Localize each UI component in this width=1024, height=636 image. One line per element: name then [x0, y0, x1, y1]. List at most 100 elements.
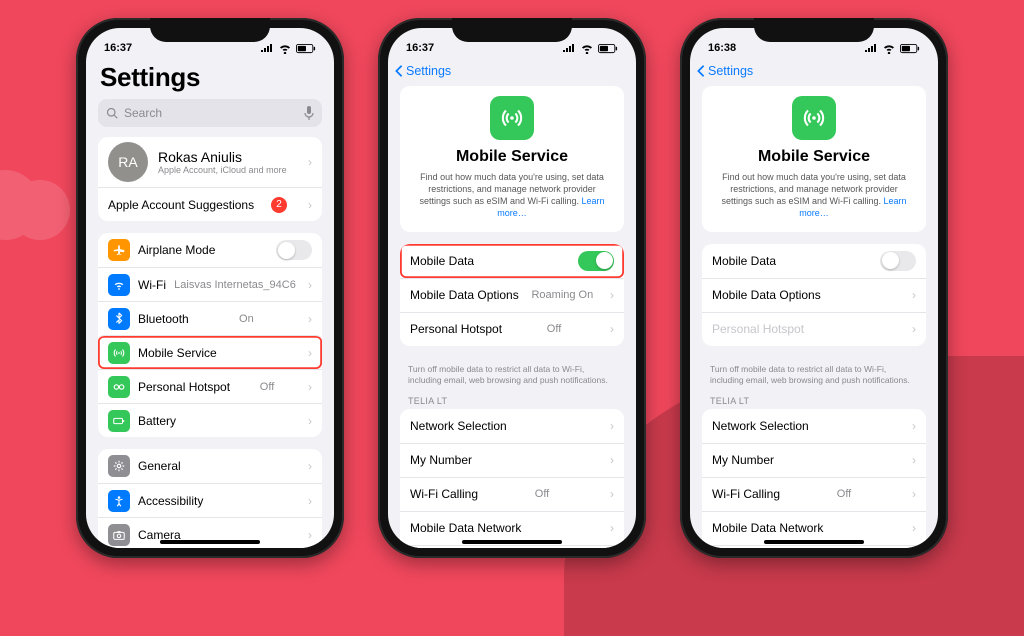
- status-bar: 16:37: [388, 28, 636, 56]
- clock: 16:37: [104, 42, 132, 54]
- antenna-icon: [490, 96, 534, 140]
- mobile-data-row[interactable]: Mobile Data: [400, 244, 624, 278]
- row-label: Mobile Data Network: [410, 521, 521, 535]
- wifi-icon: [108, 274, 130, 296]
- chevron-right-icon: ›: [308, 380, 312, 394]
- back-button[interactable]: Settings: [388, 56, 636, 86]
- battery-icon: [108, 410, 130, 432]
- personal-hotspot-row[interactable]: Personal Hotspot Off ›: [400, 312, 624, 346]
- hero-card: Mobile Service Find out how much data yo…: [400, 86, 624, 232]
- row-label: Mobile Data Network: [712, 521, 823, 535]
- hero-title: Mobile Service: [716, 148, 912, 166]
- chevron-left-icon: [394, 64, 404, 78]
- antenna-icon: [792, 96, 836, 140]
- personal-hotspot-row: Personal Hotspot ›: [702, 312, 926, 346]
- row-label: Personal Hotspot: [138, 380, 230, 394]
- network-selection-row[interactable]: Network Selection ›: [400, 409, 624, 443]
- bluetooth-row[interactable]: Bluetooth On ›: [98, 301, 322, 335]
- row-label: Camera: [138, 528, 181, 542]
- network-selection-row[interactable]: Network Selection ›: [702, 409, 926, 443]
- chevron-right-icon: ›: [308, 346, 312, 360]
- airplane-toggle[interactable]: [276, 240, 312, 260]
- chevron-right-icon: ›: [610, 419, 614, 433]
- phone-2: 16:37 Settings Mobile Service Find out h…: [378, 18, 646, 558]
- suggestions-label: Apple Account Suggestions: [108, 198, 254, 212]
- chevron-right-icon: ›: [308, 312, 312, 326]
- clock: 16:37: [406, 42, 434, 54]
- phone-3: 16:38 Settings Mobile Service Find out h…: [680, 18, 948, 558]
- wifi-calling-row[interactable]: Wi-Fi Calling Off ›: [400, 477, 624, 511]
- footnote: Turn off mobile data to restrict all dat…: [388, 358, 636, 394]
- mobile-data-toggle[interactable]: [880, 251, 916, 271]
- hero-card: Mobile Service Find out how much data yo…: [702, 86, 926, 232]
- chevron-right-icon: ›: [308, 155, 312, 169]
- network-provider-services-row[interactable]: Network Provider Services ›: [400, 545, 624, 548]
- camera-row[interactable]: Camera ›: [98, 517, 322, 548]
- back-label: Settings: [406, 64, 451, 78]
- row-label: Accessibility: [138, 494, 203, 508]
- phone-row: 16:37 Settings Search RA: [0, 0, 1024, 576]
- search-placeholder: Search: [124, 106, 162, 120]
- chevron-right-icon: ›: [912, 288, 916, 302]
- profile-row[interactable]: RA Rokas Aniulis Apple Account, iCloud a…: [98, 137, 322, 187]
- chevron-right-icon: ›: [912, 419, 916, 433]
- row-label: Mobile Data: [712, 254, 776, 268]
- mic-icon: [304, 106, 314, 120]
- hero-title: Mobile Service: [414, 148, 610, 166]
- row-label: Mobile Data Options: [410, 288, 519, 302]
- chevron-right-icon: ›: [610, 453, 614, 467]
- chevron-left-icon: [696, 64, 706, 78]
- chevron-right-icon: ›: [610, 487, 614, 501]
- profile-name: Rokas Aniulis: [158, 149, 287, 165]
- profile-card: RA Rokas Aniulis Apple Account, iCloud a…: [98, 137, 322, 221]
- suggestions-row[interactable]: Apple Account Suggestions 2 ›: [98, 187, 322, 221]
- row-detail: Off: [837, 488, 851, 500]
- mobile-data-network-row[interactable]: Mobile Data Network ›: [400, 511, 624, 545]
- wifi-row[interactable]: Wi-Fi Laisvas Internetas_94C6 ›: [98, 267, 322, 301]
- chevron-right-icon: ›: [308, 414, 312, 428]
- mobile-data-options-row[interactable]: Mobile Data Options Roaming On ›: [400, 278, 624, 312]
- row-label: Network Selection: [712, 419, 809, 433]
- search-input[interactable]: Search: [98, 99, 322, 127]
- row-label: Mobile Data Options: [712, 288, 821, 302]
- chevron-right-icon: ›: [308, 494, 312, 508]
- accessibility-row[interactable]: Accessibility ›: [98, 483, 322, 517]
- mobile-data-options-row[interactable]: Mobile Data Options ›: [702, 278, 926, 312]
- wifi-calling-row[interactable]: Wi-Fi Calling Off ›: [702, 477, 926, 511]
- clock: 16:38: [708, 42, 736, 54]
- row-detail: On: [239, 313, 254, 325]
- carrier-header: TELIA LT: [388, 394, 636, 409]
- chevron-right-icon: ›: [308, 198, 312, 212]
- page-title: Settings: [86, 56, 334, 99]
- row-label: Network Selection: [410, 419, 507, 433]
- row-label: Mobile Data: [410, 254, 474, 268]
- accessibility-icon: [108, 490, 130, 512]
- battery-row[interactable]: Battery ›: [98, 403, 322, 437]
- chevron-right-icon: ›: [610, 288, 614, 302]
- row-detail: Laisvas Internetas_94C6: [174, 279, 296, 291]
- status-bar: 16:38: [690, 28, 938, 56]
- my-number-row[interactable]: My Number ›: [400, 443, 624, 477]
- hotspot-icon: [108, 376, 130, 398]
- antenna-icon: [108, 342, 130, 364]
- row-label: Personal Hotspot: [410, 322, 502, 336]
- my-number-row[interactable]: My Number ›: [702, 443, 926, 477]
- hotspot-row[interactable]: Personal Hotspot Off ›: [98, 369, 322, 403]
- airplane-row[interactable]: Airplane Mode: [98, 233, 322, 267]
- mobile-service-row[interactable]: Mobile Service ›: [98, 335, 322, 369]
- chevron-right-icon: ›: [308, 459, 312, 473]
- row-label: Airplane Mode: [138, 243, 215, 257]
- network-provider-services-row[interactable]: Network Provider Services ›: [702, 545, 926, 548]
- general-row[interactable]: General ›: [98, 449, 322, 483]
- mobile-data-toggle[interactable]: [578, 251, 614, 271]
- back-button[interactable]: Settings: [690, 56, 938, 86]
- camera-icon: [108, 524, 130, 546]
- row-detail: Off: [547, 323, 561, 335]
- phone-1: 16:37 Settings Search RA: [76, 18, 344, 558]
- avatar: RA: [108, 142, 148, 182]
- mobile-data-network-row[interactable]: Mobile Data Network ›: [702, 511, 926, 545]
- row-label: Wi-Fi: [138, 278, 166, 292]
- status-icons: [562, 44, 618, 54]
- mobile-data-row[interactable]: Mobile Data: [702, 244, 926, 278]
- row-label: Personal Hotspot: [712, 322, 804, 336]
